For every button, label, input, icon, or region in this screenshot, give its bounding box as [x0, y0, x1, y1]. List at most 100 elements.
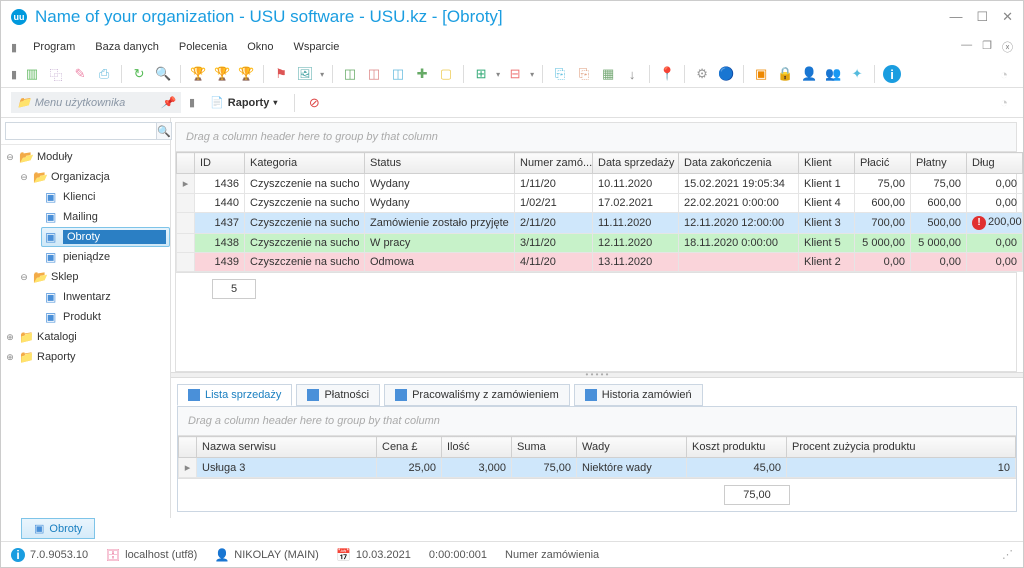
chart-icon[interactable]: ▦ — [599, 65, 617, 83]
cell-klient[interactable]: Klient 4 — [799, 194, 855, 213]
cell-id[interactable]: 1439 — [195, 253, 245, 272]
collapse-icon[interactable]: ⊖ — [19, 272, 29, 283]
box2-icon[interactable]: ◫ — [365, 65, 383, 83]
cell-nazwa[interactable]: Usługa 3 — [197, 458, 377, 478]
col-data-sprz[interactable]: Data sprzedaży — [593, 153, 679, 174]
mdi-restore-button[interactable]: ❐ — [982, 39, 992, 55]
cell-ds[interactable]: 10.11.2020 — [593, 174, 679, 194]
sidebar-search-input[interactable] — [5, 122, 157, 140]
col-status[interactable]: Status — [365, 153, 515, 174]
search-icon[interactable]: 🔍 — [154, 65, 172, 83]
rss-icon[interactable]: ▣ — [752, 65, 770, 83]
col-koszt[interactable]: Koszt produktu — [687, 437, 787, 458]
tree-pieniadze[interactable]: ▣ pieniądze — [1, 247, 170, 267]
trophy3-icon[interactable]: 🏆 — [237, 65, 255, 83]
add-icon[interactable]: ✚ — [413, 65, 431, 83]
cell-placic[interactable]: 700,00 — [855, 213, 911, 234]
trophy1-icon[interactable]: 🏆 — [189, 65, 207, 83]
tab-platnosci[interactable]: Płatności — [296, 384, 380, 406]
resize-grip[interactable]: ⋰ — [1002, 548, 1013, 561]
save-icon[interactable]: ⎙ — [95, 65, 113, 83]
extra2-icon[interactable]: ◔ — [995, 94, 1013, 112]
cell-status[interactable]: Wydany — [365, 174, 515, 194]
col-kategoria[interactable]: Kategoria — [245, 153, 365, 174]
cell-kategoria[interactable]: Czyszczenie na sucho — [245, 234, 365, 253]
cell-placic[interactable]: 600,00 — [855, 194, 911, 213]
expand-icon[interactable]: ⊕ — [5, 352, 15, 363]
col-nazwa[interactable]: Nazwa serwisu — [197, 437, 377, 458]
maximize-button[interactable]: ☐ — [976, 9, 988, 25]
cell-klient[interactable]: Klient 3 — [799, 213, 855, 234]
flag-icon[interactable]: ⚑ — [272, 65, 290, 83]
cell-platny[interactable]: 75,00 — [911, 174, 967, 194]
cell-dlug[interactable]: 0,00 — [967, 253, 1023, 272]
pin-icon[interactable]: 📍 — [658, 65, 676, 83]
cell-id[interactable]: 1436 — [195, 174, 245, 194]
cell-dlug[interactable]: 0,00 — [967, 194, 1023, 213]
menu-okno[interactable]: Okno — [243, 39, 277, 55]
cell-kategoria[interactable]: Czyszczenie na sucho — [245, 253, 365, 272]
minimize-button[interactable]: — — [949, 9, 962, 25]
cell-id[interactable]: 1438 — [195, 234, 245, 253]
image-icon[interactable]: 🖼 — [296, 65, 314, 83]
col-suma[interactable]: Suma — [512, 437, 577, 458]
folder2-icon[interactable]: ⎘ — [575, 65, 593, 83]
cell-suma[interactable]: 75,00 — [512, 458, 577, 478]
tree-sklep[interactable]: ⊖ 📂 Sklep — [1, 267, 170, 287]
tree-inwentarz[interactable]: ▣ Inwentarz — [1, 287, 170, 307]
cell-wady[interactable]: Niektóre wady — [577, 458, 687, 478]
cell-numer[interactable]: 2/11/20 — [515, 213, 593, 234]
cell-dz[interactable]: 12.11.2020 12:00:00 — [679, 213, 799, 234]
cell-dz[interactable]: 18.11.2020 0:00:00 — [679, 234, 799, 253]
reports-dropdown[interactable]: 📄 Raporty ▾ — [203, 93, 284, 112]
cell-numer[interactable]: 1/02/21 — [515, 194, 593, 213]
users-icon[interactable]: 👥 — [824, 65, 842, 83]
menu-polecenia[interactable]: Polecenia — [175, 39, 231, 55]
menu-program[interactable]: Program — [29, 39, 79, 55]
cell-kategoria[interactable]: Czyszczenie na sucho — [245, 194, 365, 213]
cell-dz[interactable] — [679, 253, 799, 272]
cell-platny[interactable]: 500,00 — [911, 213, 967, 234]
info-icon[interactable]: i — [883, 65, 901, 83]
cell-ds[interactable]: 17.02.2021 — [593, 194, 679, 213]
cell-dz[interactable]: 22.02.2021 0:00:00 — [679, 194, 799, 213]
col-wady[interactable]: Wady — [577, 437, 687, 458]
table-row[interactable]: 1440Czyszczenie na suchoWydany1/02/2117.… — [177, 194, 1023, 213]
menu-baza[interactable]: Baza danych — [91, 39, 163, 55]
folder1-icon[interactable]: ⎘ — [551, 65, 569, 83]
cell-klient[interactable]: Klient 2 — [799, 253, 855, 272]
sidebar-search-button[interactable]: 🔍 — [157, 122, 172, 140]
col-ilosc[interactable]: Ilość — [442, 437, 512, 458]
collapse-icon[interactable]: ⊖ — [19, 172, 29, 183]
cell-platny[interactable]: 5 000,00 — [911, 234, 967, 253]
table-row[interactable]: 1439Czyszczenie na suchoOdmowa4/11/2013.… — [177, 253, 1023, 272]
cell-ilosc[interactable]: 3,000 — [442, 458, 512, 478]
col-placic[interactable]: Płacić — [855, 153, 911, 174]
pin-sidebar-icon[interactable]: 📌 — [161, 96, 175, 109]
cell-placic[interactable]: 0,00 — [855, 253, 911, 272]
cell-koszt[interactable]: 45,00 — [687, 458, 787, 478]
tree-katalogi[interactable]: ⊕ 📁 Katalogi — [1, 327, 170, 347]
lock-icon[interactable]: 🔒 — [776, 65, 794, 83]
cell-numer[interactable]: 3/11/20 — [515, 234, 593, 253]
tab-pracowalismy[interactable]: Pracowaliśmy z zamówieniem — [384, 384, 570, 406]
col-numer[interactable]: Numer zamó... — [515, 153, 593, 174]
menu-wsparcie[interactable]: Wsparcie — [289, 39, 343, 55]
table-row[interactable]: 1437Czyszczenie na suchoZamówienie zosta… — [177, 213, 1023, 234]
group-hint[interactable]: Drag a column header here to group by th… — [176, 123, 1016, 152]
cell-status[interactable]: Odmowa — [365, 253, 515, 272]
cell-platny[interactable]: 600,00 — [911, 194, 967, 213]
edit-icon[interactable]: ✎ — [71, 65, 89, 83]
cell-placic[interactable]: 5 000,00 — [855, 234, 911, 253]
tree-raporty[interactable]: ⊕ 📁 Raporty — [1, 347, 170, 367]
col-klient[interactable]: Klient — [799, 153, 855, 174]
tree-mailing[interactable]: ▣ Mailing — [1, 207, 170, 227]
cell-ds[interactable]: 13.11.2020 — [593, 253, 679, 272]
col-dlug[interactable]: Dług — [967, 153, 1023, 174]
mdi-close-button[interactable]: ⓧ — [1002, 39, 1013, 55]
down-icon[interactable]: ↓ — [623, 65, 641, 83]
detail-row[interactable]: ▸ Usługa 3 25,00 3,000 75,00 Niektóre wa… — [179, 458, 1016, 478]
mdi-minimize-button[interactable]: — — [961, 39, 972, 55]
gear-icon[interactable]: ⚙ — [693, 65, 711, 83]
wand-icon[interactable]: ✦ — [848, 65, 866, 83]
